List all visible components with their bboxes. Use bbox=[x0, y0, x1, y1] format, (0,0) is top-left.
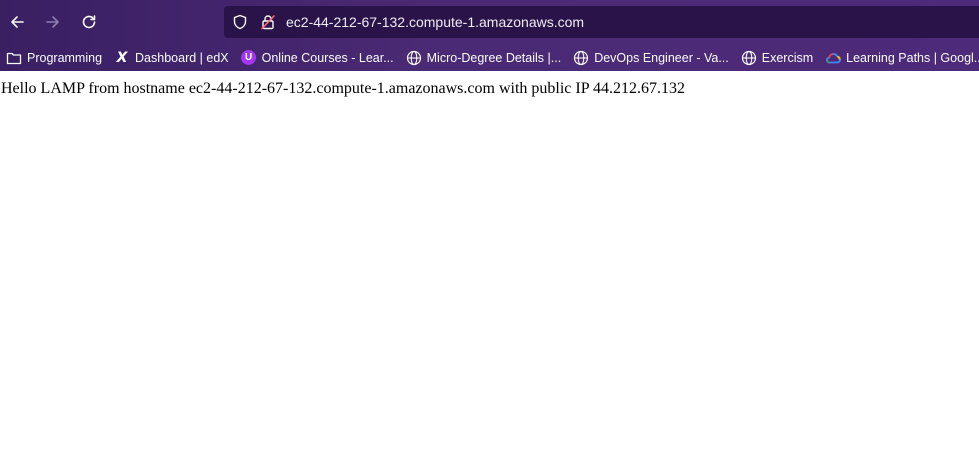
bookmark-devops[interactable]: DevOps Engineer - Va... bbox=[567, 47, 735, 69]
bookmark-micro-degree[interactable]: Micro-Degree Details |... bbox=[400, 47, 568, 69]
bookmark-online-courses[interactable]: U Online Courses - Lear... bbox=[235, 47, 400, 69]
lock-icon[interactable] bbox=[260, 14, 276, 35]
folder-icon bbox=[6, 50, 22, 66]
bookmark-programming[interactable]: Programming bbox=[0, 47, 108, 69]
edx-icon: X bbox=[116, 49, 128, 66]
forward-arrow-icon bbox=[46, 16, 59, 28]
shield-icon[interactable] bbox=[232, 14, 248, 35]
bookmark-learning-paths[interactable]: Learning Paths | Googl... bbox=[819, 47, 979, 69]
bookmark-label: DevOps Engineer - Va... bbox=[594, 50, 729, 65]
reload-icon bbox=[82, 15, 96, 29]
google-cloud-icon bbox=[825, 50, 842, 66]
page-body-text: Hello LAMP from hostname ec2-44-212-67-1… bbox=[1, 80, 686, 97]
bookmark-label: Online Courses - Lear... bbox=[261, 50, 394, 65]
globe-icon bbox=[406, 50, 422, 66]
bookmark-label: Programming bbox=[27, 50, 103, 65]
bookmark-label: Micro-Degree Details |... bbox=[426, 50, 562, 65]
bookmarks-toolbar: Programming X Dashboard | edX U Online C… bbox=[0, 44, 979, 71]
bookmark-edx[interactable]: X Dashboard | edX bbox=[108, 47, 235, 69]
address-bar[interactable]: ec2-44-212-67-132.compute-1.amazonaws.co… bbox=[224, 6, 979, 38]
url-text[interactable]: ec2-44-212-67-132.compute-1.amazonaws.co… bbox=[286, 14, 584, 30]
bookmark-label: Learning Paths | Googl... bbox=[846, 50, 979, 65]
browser-chrome: ec2-44-212-67-132.compute-1.amazonaws.co… bbox=[0, 0, 979, 71]
back-arrow-icon bbox=[11, 16, 24, 28]
bookmark-label: Exercism bbox=[761, 50, 814, 65]
bookmark-label: Dashboard | edX bbox=[135, 50, 229, 65]
back-button[interactable] bbox=[5, 10, 29, 34]
forward-button[interactable] bbox=[41, 10, 65, 34]
globe-icon bbox=[741, 50, 757, 66]
navigation-toolbar: ec2-44-212-67-132.compute-1.amazonaws.co… bbox=[0, 0, 979, 44]
globe-icon bbox=[573, 50, 589, 66]
bookmark-exercism[interactable]: Exercism bbox=[735, 47, 819, 69]
reload-button[interactable] bbox=[77, 10, 101, 34]
udemy-icon: U bbox=[241, 50, 257, 66]
